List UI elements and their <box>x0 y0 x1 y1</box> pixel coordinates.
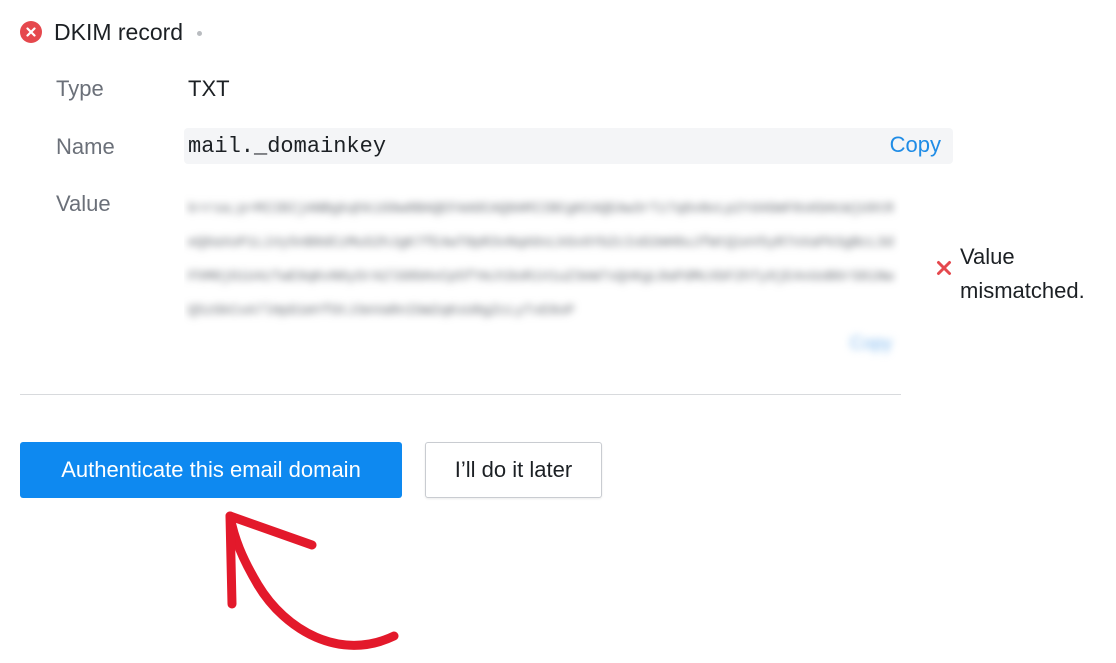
name-label: Name <box>56 134 115 159</box>
validation-line-2: mismatched. <box>960 278 1085 303</box>
authenticate-domain-button[interactable]: Authenticate this email domain <box>20 442 402 498</box>
error-circle-icon <box>20 21 42 43</box>
dkim-record-header: DKIM record <box>20 16 203 48</box>
validation-message: Value mismatched. <box>936 240 1085 308</box>
value-field: k=rsa;p=MIIBIjANBgkqhkiG9w0BAQEFAAOCAQ8A… <box>184 186 900 362</box>
value-text-redacted: k=rsa;p=MIIBIjANBgkqhkiG9w0BAQEFAAOCAQ8A… <box>188 201 894 319</box>
name-field: mail._domainkey Copy <box>184 128 953 164</box>
copy-value-button[interactable]: Copy <box>850 333 892 354</box>
value-label: Value <box>56 191 111 216</box>
arrow-annotation-icon <box>225 511 399 650</box>
type-label: Type <box>56 76 104 101</box>
do-it-later-button[interactable]: I’ll do it later <box>425 442 602 498</box>
x-mark-icon <box>936 260 952 281</box>
copy-name-button[interactable]: Copy <box>890 132 941 158</box>
record-title: DKIM record <box>54 18 184 45</box>
name-value: mail._domainkey <box>188 134 387 159</box>
status-dot <box>197 30 203 36</box>
divider <box>20 394 901 395</box>
validation-line-1: Value <box>960 244 1015 269</box>
type-value: TXT <box>188 76 230 101</box>
